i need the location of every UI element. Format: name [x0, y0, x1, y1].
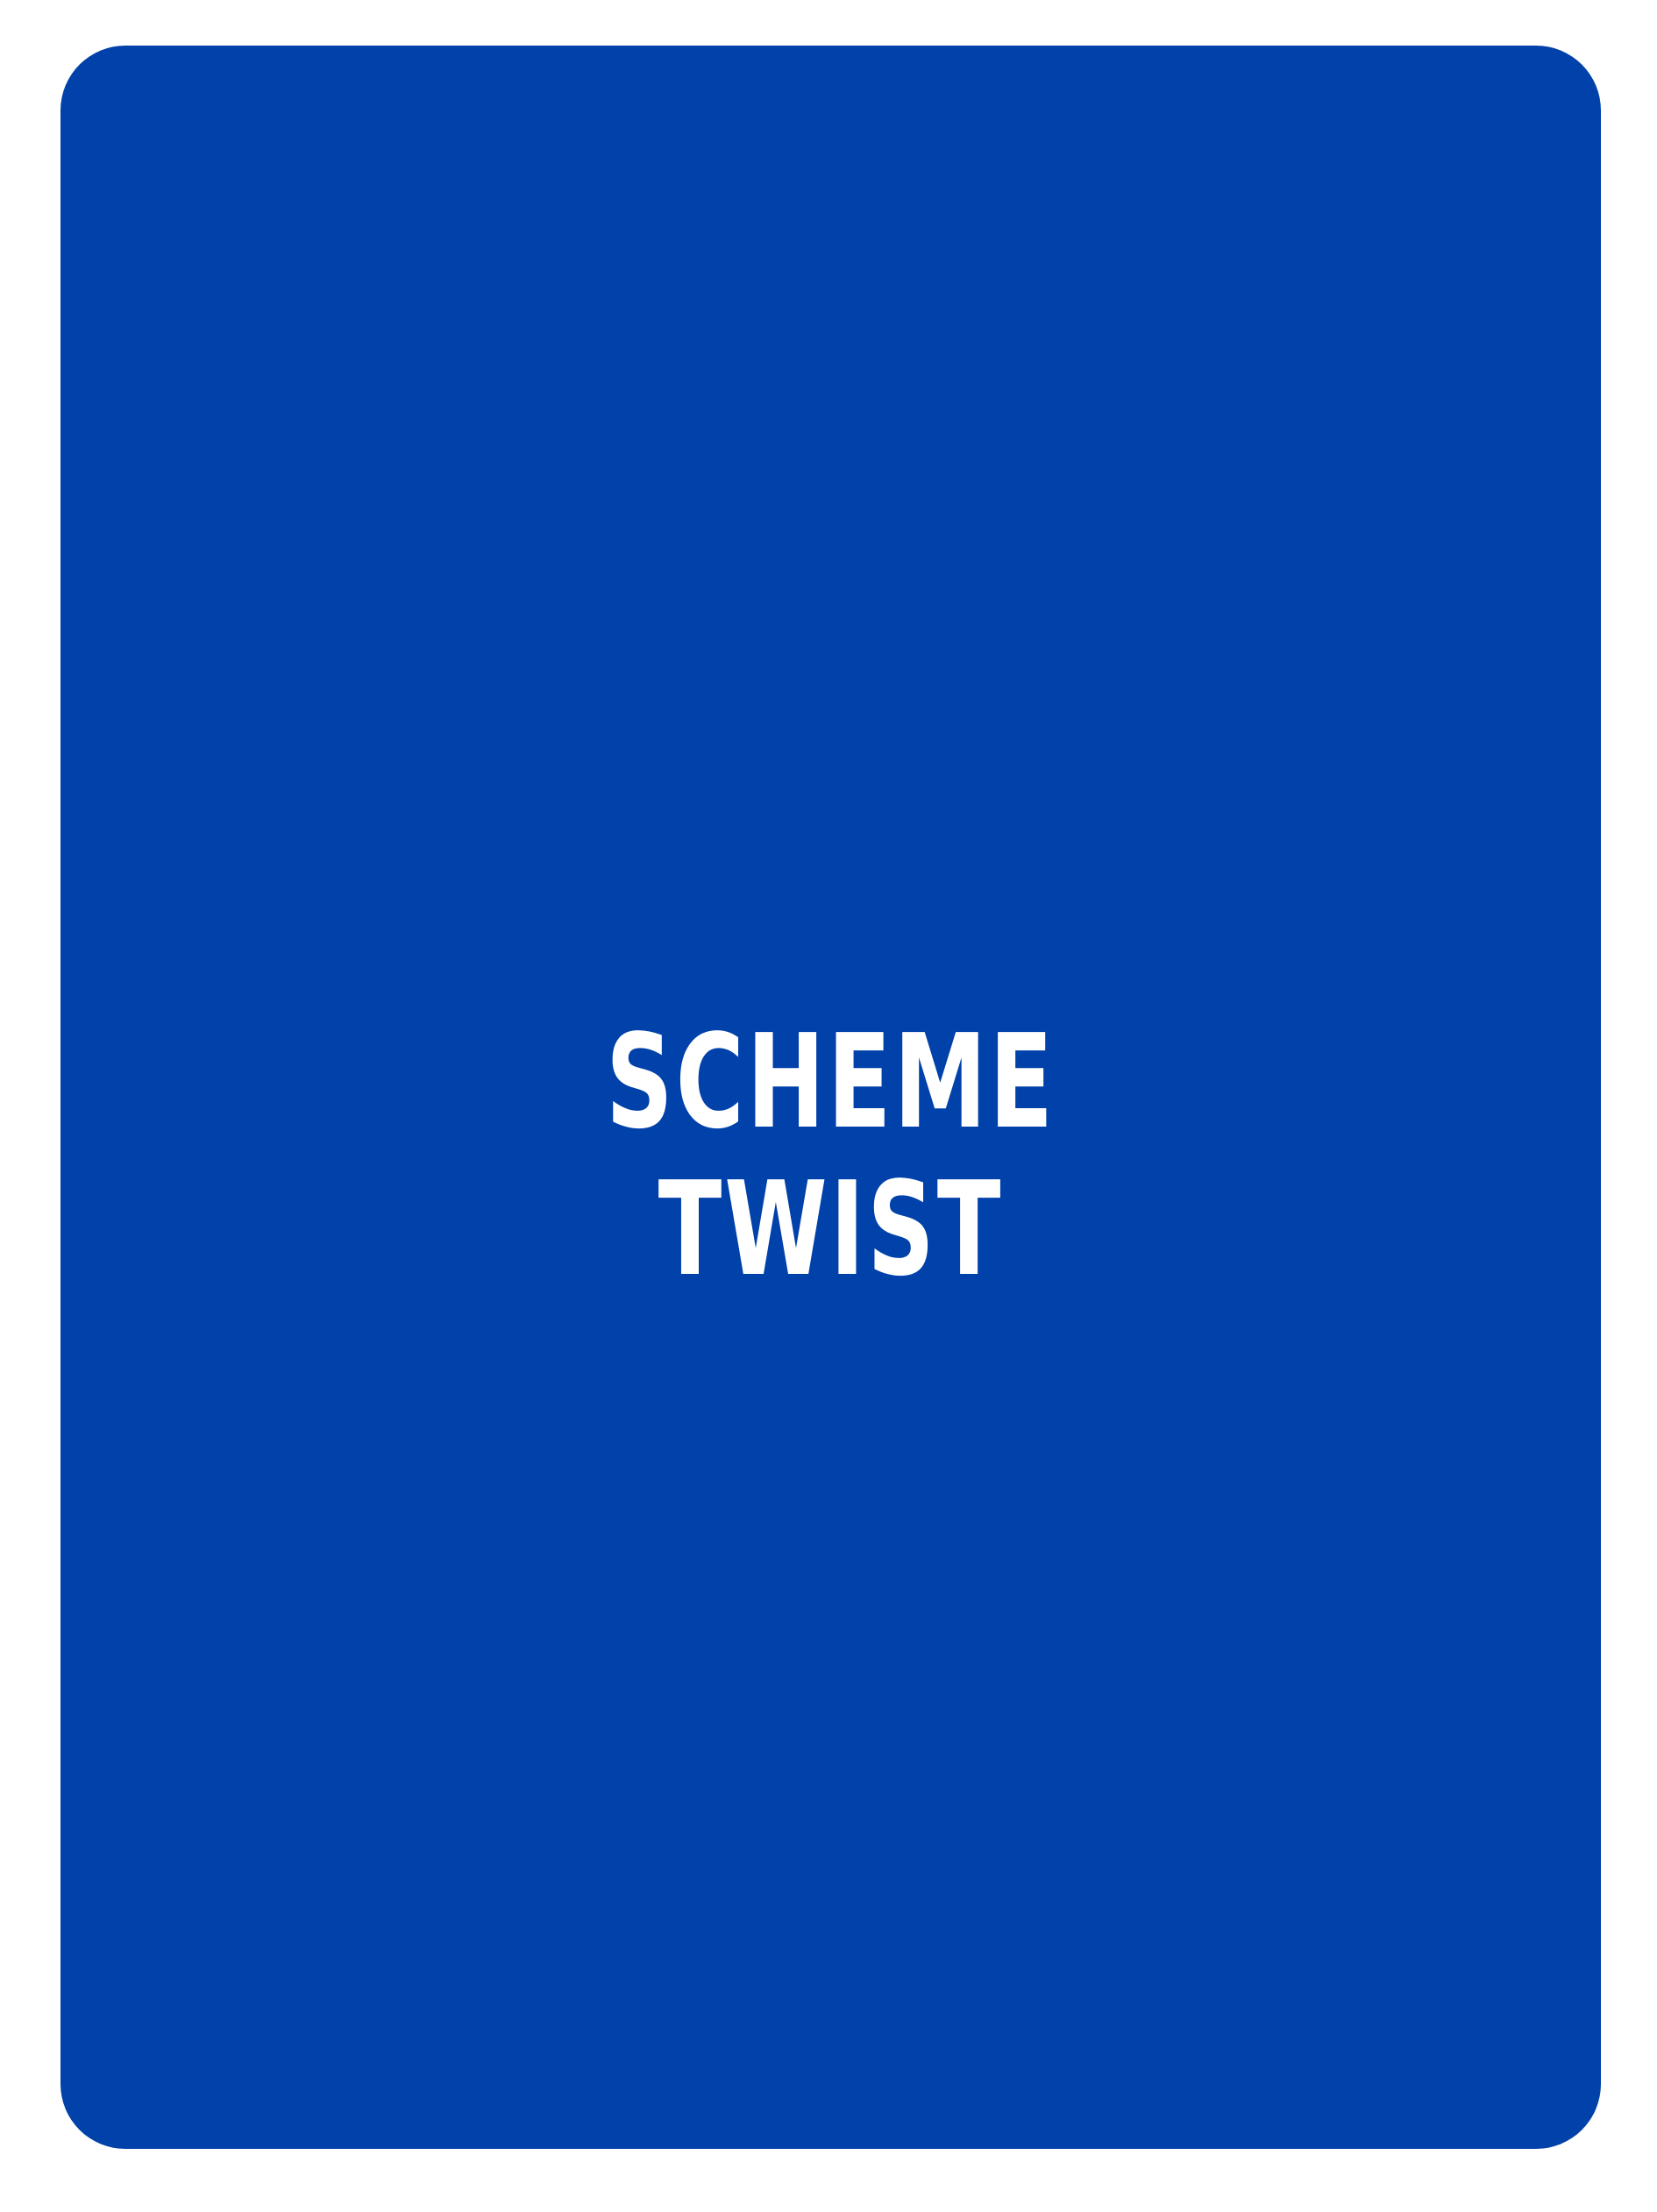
page: SCHEME TWIST: [0, 0, 1657, 2212]
card-title-line-2: TWIST: [658, 1154, 1004, 1305]
card-title: SCHEME TWIST: [60, 1008, 1601, 1303]
scheme-twist-card[interactable]: SCHEME TWIST: [60, 46, 1601, 2149]
card-title-line-1: SCHEME: [605, 1006, 1056, 1157]
